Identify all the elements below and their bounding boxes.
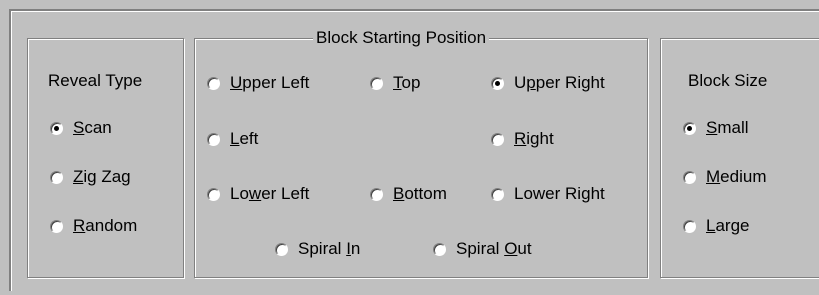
block-starting-position-title: Block Starting Position — [313, 28, 490, 48]
radio-label: Small — [706, 118, 749, 137]
radio-label: Random — [73, 216, 138, 235]
radio-large[interactable]: Large — [683, 216, 750, 236]
radio-right[interactable]: Right — [491, 129, 554, 149]
radio-label: Left — [230, 129, 259, 148]
radio-bottom[interactable]: Bottom — [370, 184, 447, 204]
radio-spiral-out[interactable]: Spiral Out — [433, 239, 532, 259]
radio-button-indicator — [50, 170, 63, 184]
radio-label: Large — [706, 216, 750, 235]
radio-label: Medium — [706, 167, 767, 186]
radio-button-indicator — [370, 187, 383, 201]
radio-left[interactable]: Left — [207, 129, 258, 149]
radio-medium[interactable]: Medium — [683, 167, 766, 187]
radio-button-indicator — [683, 219, 696, 233]
radio-spiral-in[interactable]: Spiral In — [275, 239, 360, 259]
radio-button-indicator — [50, 219, 63, 233]
radio-top[interactable]: Top — [370, 73, 420, 93]
radio-lower-right[interactable]: Lower Right — [491, 184, 605, 204]
block-starting-position-group: Block Starting Position Upper Left Top U… — [194, 28, 648, 278]
radio-label: Lower Right — [514, 184, 605, 203]
radio-upper-left[interactable]: Upper Left — [207, 73, 309, 93]
radio-zigzag[interactable]: Zig Zag — [50, 167, 131, 187]
radio-label: Spiral Out — [456, 239, 532, 258]
radio-label: Scan — [73, 118, 112, 137]
radio-small[interactable]: Small — [683, 118, 749, 138]
radio-label: Upper Right — [514, 73, 605, 92]
block-size-title: Block Size — [688, 71, 768, 90]
radio-scan[interactable]: Scan — [50, 118, 112, 138]
radio-label: Top — [393, 73, 421, 92]
radio-button-indicator — [433, 242, 446, 256]
block-size-group: Block Size Small Medium Large — [660, 38, 819, 278]
radio-label: Bottom — [393, 184, 447, 203]
radio-label: Zig Zag — [73, 167, 131, 186]
radio-button-indicator — [683, 121, 696, 135]
radio-button-indicator — [491, 76, 504, 90]
radio-button-indicator — [207, 187, 220, 201]
radio-random[interactable]: Random — [50, 216, 137, 236]
radio-button-indicator — [491, 132, 504, 146]
radio-lower-left[interactable]: Lower Left — [207, 184, 309, 204]
reveal-type-group: Reveal Type Scan Zig Zag Random — [27, 38, 184, 278]
radio-button-indicator — [275, 242, 288, 256]
radio-label: Spiral In — [298, 239, 361, 258]
radio-upper-right[interactable]: Upper Right — [491, 73, 605, 93]
reveal-type-title: Reveal Type — [48, 71, 143, 90]
radio-button-indicator — [207, 132, 220, 146]
radio-button-indicator — [207, 76, 220, 90]
radio-button-indicator — [370, 76, 383, 90]
radio-button-indicator — [50, 121, 63, 135]
radio-button-indicator — [683, 170, 696, 184]
radio-label: Right — [514, 129, 554, 148]
radio-label: Lower Left — [230, 184, 310, 203]
radio-button-indicator — [491, 187, 504, 201]
radio-label: Upper Left — [230, 73, 310, 92]
